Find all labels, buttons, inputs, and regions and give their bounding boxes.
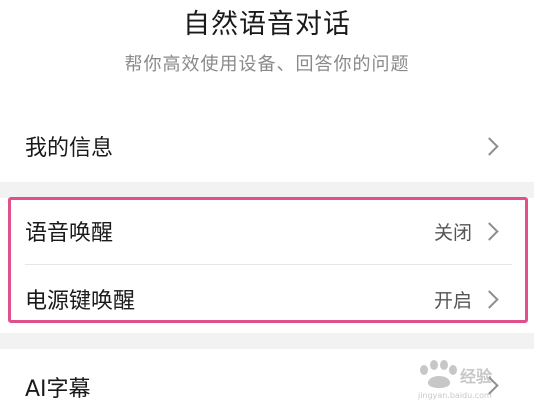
power-key-wake-row[interactable]: 电源键唤醒 开启 <box>0 265 534 333</box>
power-key-wake-label: 电源键唤醒 <box>25 289 136 314</box>
ai-subtitles-row[interactable]: AI字幕 <box>0 349 534 407</box>
chevron-right-icon <box>480 289 499 309</box>
page-subtitle: 帮你高效使用设备、回答你的问题 <box>124 54 410 75</box>
voice-wake-row[interactable]: 语音唤醒 关闭 <box>0 198 534 264</box>
page-header: 自然语音对话 帮你高效使用设备、回答你的问题 <box>0 0 534 110</box>
power-key-wake-status: 开启 <box>433 289 472 312</box>
chevron-right-icon <box>480 221 499 241</box>
section-gap <box>0 333 534 349</box>
ai-subtitles-label: AI字幕 <box>25 377 91 402</box>
chevron-right-icon <box>480 376 499 395</box>
chevron-right-icon <box>480 136 499 156</box>
page-title: 自然语音对话 <box>183 9 351 40</box>
my-info-label: 我的信息 <box>25 136 114 161</box>
voice-wake-label: 语音唤醒 <box>25 221 114 246</box>
section-gap <box>0 182 534 198</box>
voice-wake-status: 关闭 <box>433 221 472 244</box>
my-info-row[interactable]: 我的信息 <box>0 110 534 182</box>
